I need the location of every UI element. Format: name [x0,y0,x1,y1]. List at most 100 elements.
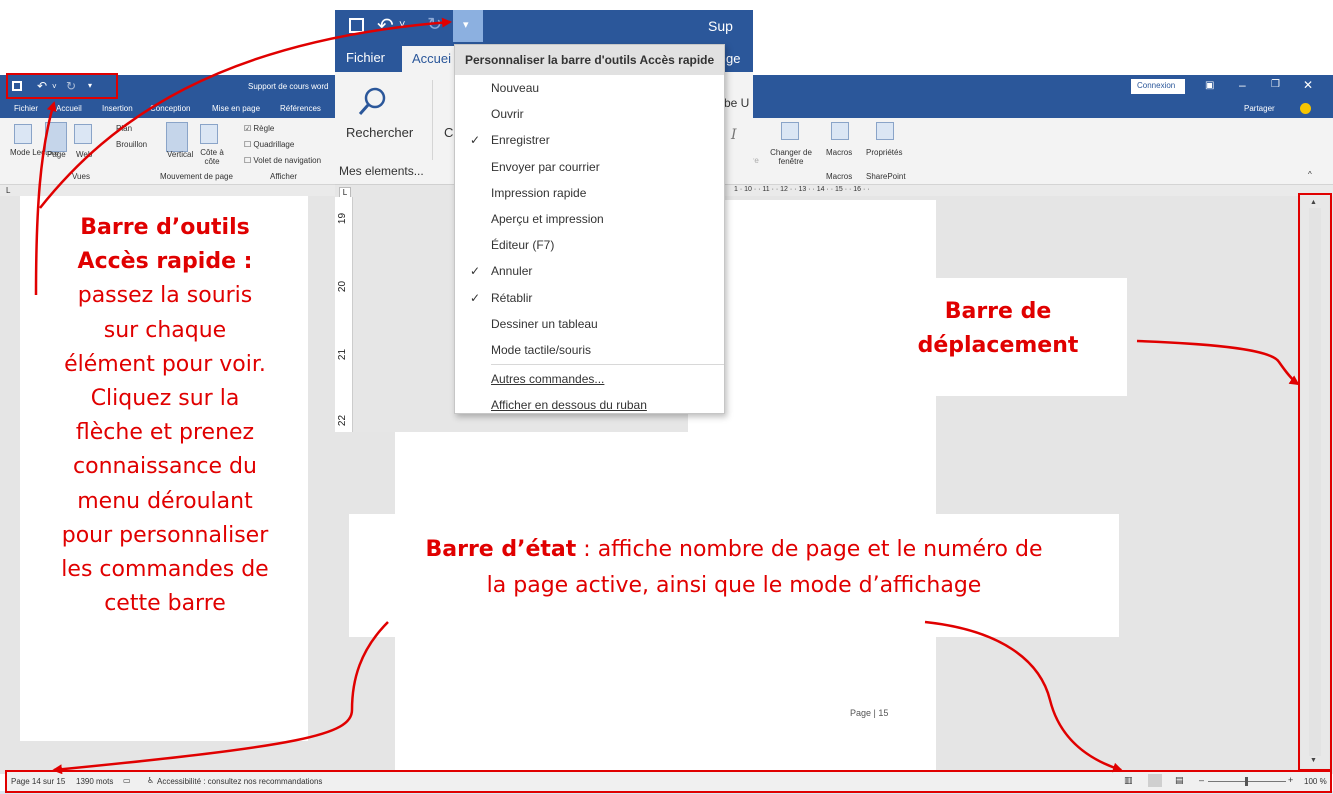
menu-items: Nouveau Ouvrir ✓ Enregistrer Envoyer par cou… [455,75,724,363]
menu-item-autres-commandes[interactable]: Autres commandes... [455,366,724,392]
highlight-frame-scrollbar [1298,193,1332,771]
check-icon: ✓ [470,290,481,305]
menu-item-label: Afficher en dessous du ruban [491,398,647,413]
page-view-icon[interactable] [45,122,67,152]
menu-item[interactable]: Impression rapide [455,180,724,206]
web-view-icon[interactable] [74,124,92,144]
undo-icon[interactable]: ↶ [377,13,394,38]
callout-title-1: Barre d’outils [80,215,250,240]
macros-label[interactable]: Macros [826,148,852,157]
ruler-text: 1 · 10 · · 11 · · 12 · · 13 · · 14 · · 1… [734,186,870,193]
foreground-title-bar: ↶ ˅ ↻ ▾ Sup [335,10,753,42]
proprietes-icon[interactable] [876,122,894,140]
quadrillage-checkbox[interactable]: ☐ Quadrillage [244,140,294,149]
redo-icon[interactable]: ↻ [427,14,442,35]
callout-text-1: : affiche nombre de page et le numéro de [576,537,1043,562]
rechercher-button[interactable]: Rechercher [346,125,413,140]
save-icon[interactable] [349,18,364,33]
callout-line: sur chaque [103,317,227,343]
tab-conception[interactable]: Conception [150,104,190,113]
ribbon-display-icon[interactable]: ▣ [1205,80,1214,91]
tab-mise-en-page[interactable]: Mise en page [212,104,260,113]
callout-body: passez la souris sur chaque élément pour v… [22,279,308,621]
connexion-label: Connexion [1137,81,1176,90]
menu-item-label: Enregistrer [491,133,550,148]
callout-title: Barre d’état [425,537,577,562]
tab-fichier[interactable]: Fichier [14,104,38,113]
volet-navigation-label: Volet de navigation [253,156,322,165]
changer-fenetre-icon[interactable] [781,122,799,140]
menu-item[interactable]: Envoyer par courrier [455,154,724,180]
menu-item-label: Ouvrir [491,107,524,122]
ruler-number-19: 19 [337,212,349,225]
callout-title-2: Accès rapide : [77,249,253,275]
undo-dropdown-icon[interactable]: ˅ [399,19,405,31]
minimize-icon[interactable]: – [1239,78,1246,92]
italic-icon[interactable]: I [731,127,737,143]
close-icon[interactable]: ✕ [1303,78,1313,92]
callout-line: cette barre [104,591,226,617]
menu-item[interactable]: Dessiner un tableau [455,311,724,337]
tab-fichier[interactable]: Fichier [346,50,385,65]
page-view-label[interactable]: Page [47,150,66,159]
menu-item[interactable]: ✓ Annuler [455,258,724,284]
vues-group-label: Vues [72,172,90,181]
menu-item[interactable]: Nouveau [455,75,724,101]
sharepoint-group-label: SharePoint [866,172,906,181]
callout-line: flèche et prenez [75,420,255,446]
macros-icon[interactable] [831,122,849,140]
changer-fenetre-label[interactable]: Changer de fenêtre [768,148,814,166]
menu-item-label: Mode tactile/souris [491,342,592,357]
customize-arrow-icon: ▾ [463,19,469,31]
mes-elements-group-label: Mes elements... [339,164,424,178]
regle-checkbox[interactable]: ☑ Règle [244,124,274,133]
divider [432,80,433,160]
ruler-tab-icon[interactable]: L [6,186,10,195]
macros-group-label: Macros [826,172,853,181]
qat-customize-menu: Personnaliser la barre d'outils Accès ra… [454,44,725,414]
menu-item-label: Aperçu et impression [491,211,604,226]
menu-item[interactable]: ✓ Rétablir [455,285,724,311]
menu-item[interactable]: Mode tactile/souris [455,337,724,363]
callout-line: Cliquez sur la [90,386,240,412]
menu-item-label: Autres commandes... [491,372,605,387]
partial-letter: C [444,125,454,140]
page-footer: Page | 15 [850,708,889,718]
tab-partial[interactable]: ge [726,51,740,66]
cote-a-cote-icon[interactable] [200,124,218,144]
collapse-ribbon-icon[interactable]: ^ [1308,170,1312,179]
vertical-label[interactable]: Vertical [167,150,193,159]
search-icon[interactable] [357,84,391,118]
menu-title: Personnaliser la barre d'outils Accès ra… [455,45,724,75]
menu-item[interactable]: Éditeur (F7) [455,232,724,258]
volet-navigation-checkbox[interactable]: ☐ Volet de navigation [244,156,321,165]
menu-item[interactable]: Ouvrir [455,101,724,127]
cote-a-cote-label[interactable]: Côte à côte [200,148,224,166]
menu-item-afficher-dessous[interactable]: Afficher en dessous du ruban [455,392,724,418]
smiley-icon[interactable] [1300,103,1311,114]
menu-item-label: Envoyer par courrier [491,159,600,174]
callout-quick-access: Barre d’outils Accès rapide : passez la … [22,203,308,741]
callout-line: les commandes de [61,557,269,583]
menu-item[interactable]: Aperçu et impression [455,206,724,232]
restore-icon[interactable]: ❐ [1271,79,1280,90]
vertical-icon[interactable] [166,122,188,152]
mode-lecture-icon[interactable] [14,124,32,144]
tab-references[interactable]: Références [280,104,321,113]
proprietes-label[interactable]: Propriétés [866,148,902,157]
foreground-title: Sup [708,18,733,34]
tab-accueil-label: Accuei [412,51,452,66]
window-title: Support de cours word [248,82,329,91]
plan-button[interactable]: Plan [116,124,132,133]
tab-insertion[interactable]: Insertion [102,104,133,113]
partager-button[interactable]: Partager [1244,104,1275,113]
menu-separator [491,364,724,366]
mouvement-group-label: Mouvement de page [160,172,233,181]
menu-item[interactable]: ✓ Enregistrer [455,127,724,153]
menu-item-label: Annuler [491,264,533,279]
web-view-label[interactable]: Web [76,150,92,159]
tab-accueil[interactable]: Accueil [56,104,82,113]
brouillon-button[interactable]: Brouillon [116,140,147,149]
callout-line-1: Barre d’état : affiche nombre de page et… [349,532,1119,568]
quadrillage-label: Quadrillage [253,140,295,149]
